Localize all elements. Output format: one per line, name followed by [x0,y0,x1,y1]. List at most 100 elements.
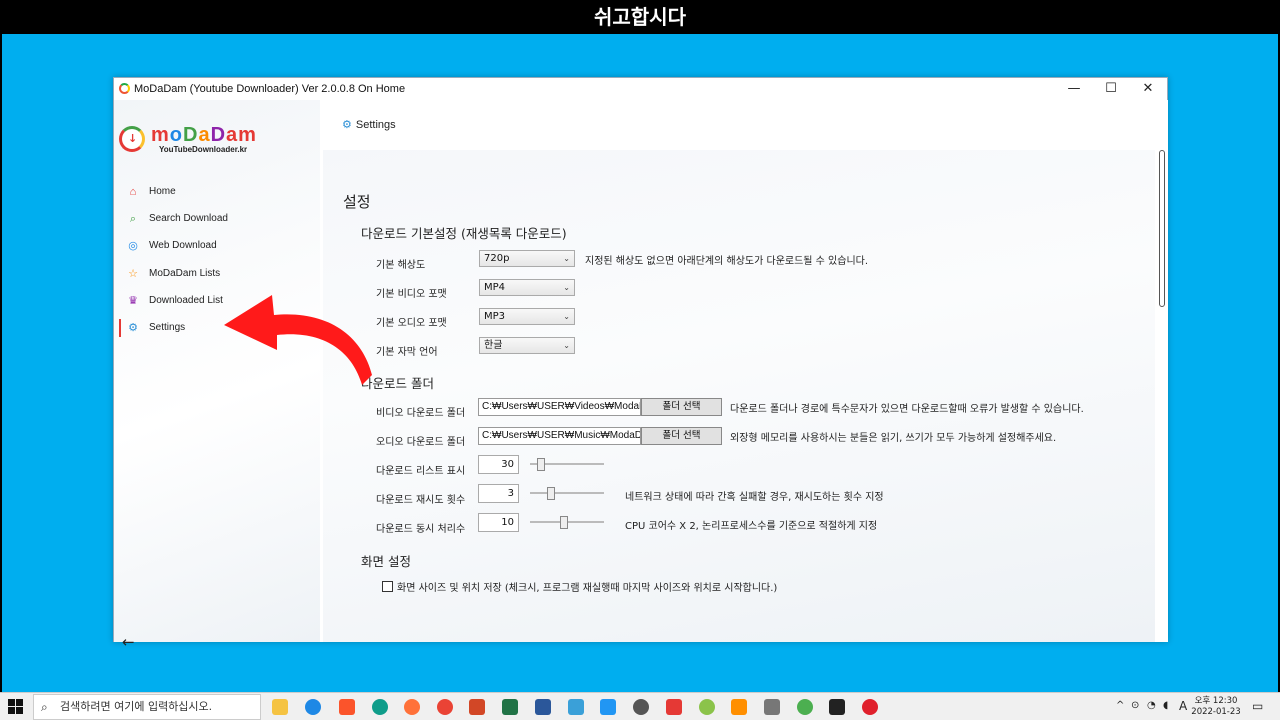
search-icon: ⌕ [129,213,137,225]
resolution-select[interactable]: 720p ⌄ [479,250,575,267]
list-display-input[interactable]: 30 [478,455,519,474]
save-layout-checkbox[interactable] [382,581,393,592]
audio-format-label: 기본 오디오 포맷 [376,318,447,329]
gear-icon: ⚙ [342,119,352,131]
screen-settings-heading: 화면 설정 [361,554,411,569]
taskbar: ⌕ 검색하려면 여기에 입력하십시오. ^ ⊙ ◔ ◖ A 오후 12:30 20… [0,692,1280,720]
concurrent-input[interactable]: 10 [478,513,519,532]
title-bar[interactable]: MoDaDam (Youtube Downloader) Ver 2.0.0.8… [114,78,1167,100]
sidebar-item-label: Search Download [149,213,228,224]
maximize-button[interactable]: ☐ [1092,78,1130,100]
opera-icon[interactable] [862,699,878,715]
tray-overflow-icon[interactable]: ^ [1116,700,1124,711]
sidebar-item-modadam-lists[interactable]: ☆ MoDaDam Lists [114,262,320,286]
home-icon: ⌂ [129,186,137,198]
clock-date: 2022-01-23 [1191,707,1241,717]
scrollbar-thumb[interactable] [1159,150,1165,307]
ime-indicator[interactable]: A [1179,699,1187,713]
video-folder-select-button[interactable]: 폴더 선택 [641,398,722,416]
main-panel: ⚙ Settings 설정 다운로드 기본설정 (재생목록 다운로드) 기본 해상… [320,100,1168,642]
list-display-label: 다운로드 리스트 표시 [376,466,466,477]
slider-thumb[interactable] [560,516,568,529]
word-icon[interactable] [535,699,551,715]
vlc-icon[interactable] [731,699,747,715]
globe-icon: ◎ [128,240,138,252]
logo-subtitle: YouTubeDownloader.kr [159,145,248,154]
modadam-taskbar-icon[interactable] [699,699,715,715]
app-logo-icon [119,83,130,94]
app-icon[interactable] [568,699,584,715]
remote-desktop-icon[interactable] [600,699,616,715]
video-folder-input[interactable]: C:₩Users₩USER₩Videos₩ModaDam [478,398,641,416]
retry-count-slider[interactable] [530,487,604,500]
notepad-icon[interactable] [764,699,780,715]
search-tool-icon[interactable] [633,699,649,715]
video-folder-note: 다운로드 폴더나 경로에 특수문자가 있으면 다운로드할때 오류가 발생할 수 … [730,404,1084,415]
sticky-app-icon[interactable] [829,699,845,715]
windows-start-icon[interactable] [8,699,24,715]
taskbar-search-input[interactable]: ⌕ 검색하려면 여기에 입력하십시오. [33,694,261,720]
audio-folder-select-button[interactable]: 폴더 선택 [641,427,722,445]
chevron-down-icon: ⌄ [563,283,570,292]
notification-icon[interactable]: ▭ [1252,699,1263,713]
chrome-dev-icon[interactable] [797,699,813,715]
tray-app-icon[interactable]: ⊙ [1131,700,1139,711]
banner-title: 쉬고합시다 [0,0,1280,34]
chrome-icon[interactable] [437,699,453,715]
audio-format-select[interactable]: MP3 ⌄ [479,308,575,325]
sidebar-item-search-download[interactable]: ⌕ Search Download [114,207,320,231]
resolution-note: 지정된 해상도 없으면 아래단계의 해상도가 다운로드될 수 있습니다. [585,256,869,267]
subtitle-language-label: 기본 자막 언어 [376,347,438,358]
slider-thumb[interactable] [547,487,555,500]
video-folder-label: 비디오 다운로드 폴더 [376,408,466,419]
firefox-icon[interactable] [404,699,420,715]
resolution-label: 기본 해상도 [376,260,426,271]
list-display-slider[interactable] [530,458,604,471]
brave-browser-icon[interactable] [339,699,355,715]
page-title: 설정 [343,193,371,211]
back-arrow-icon[interactable]: ← [122,633,135,651]
audio-folder-input[interactable]: C:₩Users₩USER₩Music₩ModaDam [478,427,641,445]
audio-folder-label: 오디오 다운로드 폴더 [376,437,466,448]
whale-browser-icon[interactable] [372,699,388,715]
download-basic-heading: 다운로드 기본설정 (재생목록 다운로드) [361,226,567,241]
red-arrow-annotation [224,295,372,385]
chevron-down-icon: ⌄ [563,312,570,321]
editor-icon[interactable] [666,699,682,715]
chevron-down-icon: ⌄ [563,341,570,350]
volume-icon[interactable]: ◖ [1163,700,1168,711]
concurrent-label: 다운로드 동시 처리수 [376,524,466,535]
slider-thumb[interactable] [537,458,545,471]
settings-content: 설정 다운로드 기본설정 (재생목록 다운로드) 기본 해상도 720p ⌄ 지정… [323,150,1155,642]
concurrent-slider[interactable] [530,516,604,529]
retry-count-input[interactable]: 3 [478,484,519,503]
retry-count-label: 다운로드 재시도 횟수 [376,495,466,506]
sidebar-item-label: Downloaded List [149,295,223,306]
sidebar-item-label: Settings [149,322,186,333]
audio-folder-note: 외장형 메모리를 사용하시는 분들은 읽기, 쓰기가 모두 가능하게 설정해주세… [730,433,1057,444]
search-icon: ⌕ [41,700,48,714]
powerpoint-icon[interactable] [469,699,485,715]
video-format-select[interactable]: MP4 ⌄ [479,279,575,296]
concurrent-note: CPU 코어수 X 2, 논리프로세스수를 기준으로 적절하게 지정 [625,521,878,532]
downloaded-icon: ♛ [128,295,138,307]
logo-brand: moDaDam [151,124,257,146]
breadcrumb-label: Settings [355,119,396,131]
sidebar-item-label: MoDaDam Lists [149,268,221,279]
network-icon[interactable]: ◔ [1147,700,1156,711]
modadam-logo[interactable]: ↓ moDaDam YouTubeDownloader.kr [119,124,269,158]
excel-icon[interactable] [502,699,518,715]
close-button[interactable]: ✕ [1129,78,1167,100]
vertical-scrollbar[interactable] [1156,150,1168,642]
sidebar-item-label: Home [149,186,176,197]
minimize-button[interactable]: — [1055,78,1093,100]
sidebar-item-home[interactable]: ⌂ Home [114,180,320,204]
system-clock[interactable]: 오후 12:30 2022-01-23 [1190,696,1242,718]
file-explorer-icon[interactable] [272,699,288,715]
edge-browser-icon[interactable] [305,699,321,715]
window-title: MoDaDam (Youtube Downloader) Ver 2.0.0.8… [134,83,406,95]
chevron-down-icon: ⌄ [563,254,570,263]
sidebar-item-web-download[interactable]: ◎ Web Download [114,234,320,258]
subtitle-language-select[interactable]: 한글 ⌄ [479,337,575,354]
star-icon: ☆ [128,268,138,280]
